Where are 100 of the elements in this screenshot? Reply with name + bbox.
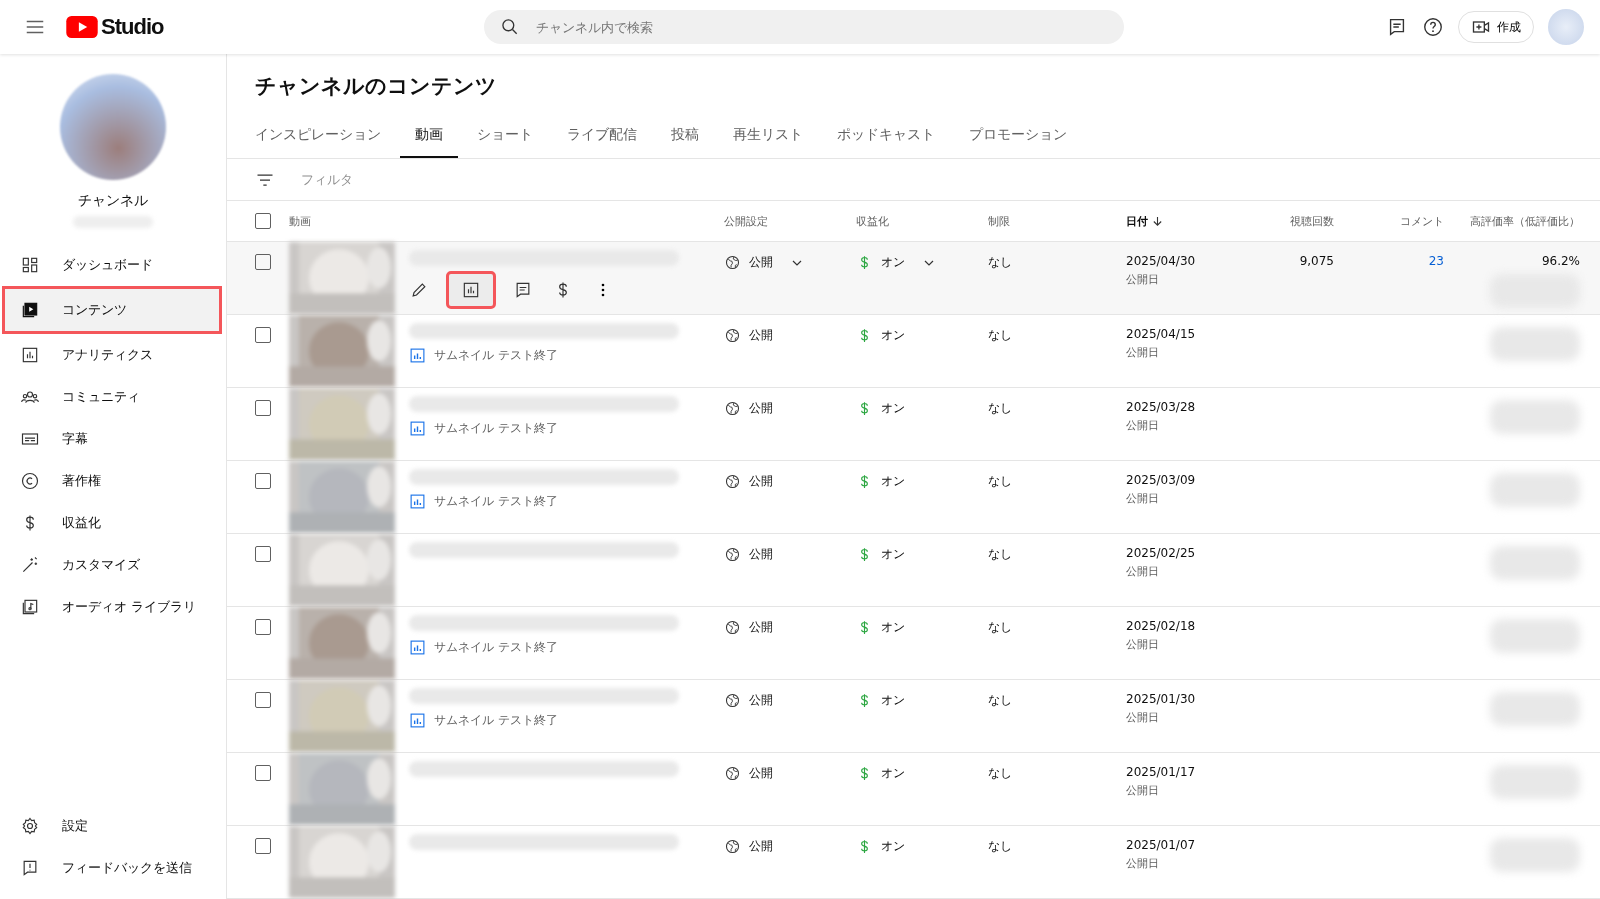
- rating-cell: 96.2%: [1541, 254, 1580, 268]
- globe-icon: [724, 473, 741, 490]
- nav-item[interactable]: ダッシュボード: [2, 244, 222, 286]
- nav-item[interactable]: コミュニティ: [2, 376, 222, 418]
- date-cell-text: 2025/02/18: [1126, 619, 1197, 633]
- date-label: 公開日: [1126, 272, 1160, 287]
- nav-item[interactable]: オーディオ ライブラリ: [2, 586, 222, 628]
- visibility-dropdown[interactable]: 公開: [724, 254, 803, 271]
- tab[interactable]: ショート: [462, 114, 548, 158]
- date-cell-text: 2025/01/17: [1126, 765, 1197, 779]
- monetization-status: オン: [856, 327, 905, 344]
- tab[interactable]: インスピレーション: [255, 114, 396, 158]
- row-checkbox[interactable]: [255, 473, 271, 489]
- monetization-status: オン: [856, 473, 905, 490]
- music-note-icon: [20, 597, 40, 617]
- row-checkbox[interactable]: [255, 254, 271, 270]
- visibility-status: 公開: [724, 327, 773, 344]
- date-cell-text: 2025/01/30: [1126, 692, 1197, 706]
- date-label: 公開日: [1126, 564, 1160, 579]
- row-checkbox[interactable]: [255, 619, 271, 635]
- row-checkbox[interactable]: [255, 692, 271, 708]
- restriction-cell: なし: [988, 693, 1012, 707]
- visibility-status: 公開: [724, 765, 773, 782]
- column-header: 動画: [289, 213, 312, 229]
- column-header: 高評価率（低評価比）: [1469, 213, 1580, 229]
- column-header: 収益化: [856, 213, 890, 229]
- nav-item[interactable]: 字幕: [2, 418, 222, 460]
- row-checkbox[interactable]: [255, 327, 271, 343]
- globe-icon: [724, 254, 741, 271]
- chart-icon: [409, 493, 426, 510]
- create-button[interactable]: 作成: [1458, 11, 1534, 43]
- tab[interactable]: 動画: [400, 114, 458, 158]
- visibility-status: 公開: [724, 692, 773, 709]
- globe-icon: [724, 838, 741, 855]
- tab[interactable]: ライブ配信: [552, 114, 652, 158]
- search-bar[interactable]: チャンネル内で検索: [484, 10, 1124, 44]
- monetization-dropdown[interactable]: オン: [856, 254, 935, 271]
- date-label: 公開日: [1126, 491, 1160, 506]
- search-field[interactable]: チャンネル内で検索: [534, 11, 1108, 43]
- monetization-status: オン: [856, 765, 905, 782]
- chart-icon: [409, 420, 426, 437]
- select-all-checkbox[interactable]: [255, 213, 271, 230]
- restriction-cell: なし: [988, 328, 1012, 342]
- row-checkbox[interactable]: [255, 765, 271, 781]
- monetization-status: オン: [856, 692, 905, 709]
- globe-icon: [724, 327, 741, 344]
- thumbnail-test-status: サムネイル テスト終了: [434, 421, 558, 436]
- globe-icon: [724, 400, 741, 417]
- tab[interactable]: ポッドキャスト: [822, 114, 950, 158]
- monetization-status: オン: [856, 619, 905, 636]
- date-cell-text: 2025/03/09: [1126, 473, 1197, 487]
- nav-item[interactable]: 設定: [2, 805, 222, 847]
- monetization-status: オン: [856, 838, 905, 855]
- restriction-cell: なし: [988, 766, 1012, 780]
- monetization-status: オン: [856, 400, 905, 417]
- nav-item[interactable]: カスタマイズ: [2, 544, 222, 586]
- tab[interactable]: プロモーション: [954, 114, 1082, 158]
- nav-item[interactable]: 収益化: [2, 502, 222, 544]
- row-checkbox[interactable]: [255, 838, 271, 854]
- row-checkbox[interactable]: [255, 546, 271, 562]
- column-header: コメント: [1399, 213, 1444, 229]
- visibility-status: 公開: [724, 619, 773, 636]
- globe-icon: [724, 765, 741, 782]
- date-label: 公開日: [1126, 345, 1160, 360]
- logo-text: Studio: [101, 14, 164, 40]
- bar-chart-icon: [20, 345, 40, 365]
- page-title: チャンネルのコンテンツ: [255, 73, 498, 100]
- nav-item[interactable]: フィードバックを送信: [2, 847, 222, 889]
- restriction-cell: なし: [988, 255, 1012, 269]
- visibility-status: 公開: [724, 546, 773, 563]
- search-icon: [500, 17, 520, 37]
- sort-down-icon: [1152, 215, 1163, 227]
- nav-item[interactable]: コンテンツ: [2, 286, 222, 334]
- channel-name: チャンネル: [78, 192, 148, 210]
- nav-item[interactable]: アナリティクス: [2, 334, 222, 376]
- chart-icon: [409, 712, 426, 729]
- analytics-icon[interactable]: [461, 280, 481, 300]
- chart-icon: [409, 639, 426, 656]
- column-header: 公開設定: [724, 213, 769, 229]
- tab[interactable]: 再生リスト: [718, 114, 818, 158]
- date-cell-text: 2025/03/28: [1126, 400, 1197, 414]
- magic-wand-icon: [20, 555, 40, 575]
- thumbnail-test-status: サムネイル テスト終了: [434, 494, 558, 509]
- tab[interactable]: 投稿: [656, 114, 714, 158]
- restriction-cell: なし: [988, 620, 1012, 634]
- row-checkbox[interactable]: [255, 400, 271, 416]
- help-icon[interactable]: [1422, 16, 1444, 38]
- date-label: 公開日: [1126, 710, 1160, 725]
- nav-item[interactable]: 著作権: [2, 460, 222, 502]
- column-header: 制限: [988, 213, 1011, 229]
- date-cell-text: 2025/02/25: [1126, 546, 1197, 560]
- comments-link[interactable]: 23: [1428, 254, 1444, 268]
- date-label: 公開日: [1126, 637, 1160, 652]
- visibility-status: 公開: [724, 400, 773, 417]
- monetization-status: オン: [856, 546, 905, 563]
- chart-icon: [409, 347, 426, 364]
- column-header[interactable]: 日付: [1126, 213, 1246, 229]
- edit-icon[interactable]: [409, 280, 429, 300]
- globe-icon: [724, 692, 741, 709]
- restriction-cell: なし: [988, 547, 1012, 561]
